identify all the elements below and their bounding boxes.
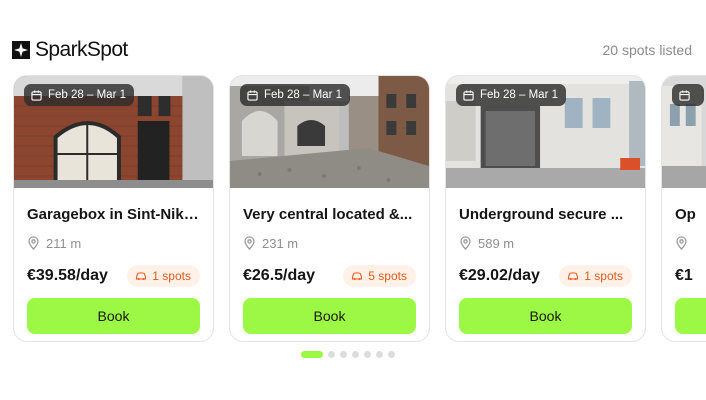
card-body: Garagebox in Sint-Nikl... 211 m €39.58/d…	[14, 206, 213, 334]
spot-title[interactable]: Underground secure ...	[459, 206, 632, 223]
card-body: Op €1	[662, 206, 706, 334]
spot-title[interactable]: Garagebox in Sint-Nikl...	[27, 206, 200, 223]
spots-count: 1 spots	[584, 269, 623, 283]
date-range-chip	[672, 84, 704, 106]
spot-card[interactable]: Op €1	[661, 75, 706, 342]
distance-row: 231 m	[243, 235, 416, 251]
spot-card[interactable]: Feb 28 – Mar 1 Underground secure ... 58…	[445, 75, 646, 342]
spot-photo: Feb 28 – Mar 1	[14, 76, 213, 188]
distance-row: 211 m	[27, 235, 200, 251]
calendar-icon	[31, 89, 42, 101]
price-per-day: €1	[675, 267, 693, 284]
book-button[interactable]	[675, 298, 706, 334]
pagination-dot-active[interactable]	[301, 351, 323, 358]
location-pin-icon	[28, 236, 39, 250]
carousel-pagination[interactable]	[301, 351, 395, 358]
calendar-icon	[247, 89, 258, 101]
header: SparkSpot 20 spots listed	[12, 36, 692, 64]
location-pin-icon	[244, 236, 255, 250]
date-range-text: Feb 28 – Mar 1	[264, 89, 342, 101]
date-range-text: Feb 28 – Mar 1	[48, 89, 126, 101]
car-icon	[136, 272, 147, 280]
price-row: €29.02/day 1 spots	[459, 264, 632, 288]
spot-photo	[662, 76, 706, 188]
book-button[interactable]: Book	[27, 298, 200, 334]
date-range-chip: Feb 28 – Mar 1	[456, 84, 566, 106]
spots-listed-count: 20 spots listed	[602, 42, 693, 58]
pagination-dot[interactable]	[388, 351, 395, 358]
price-per-day: €29.02/day	[459, 267, 540, 284]
spot-card[interactable]: Feb 28 – Mar 1 Garagebox in Sint-Nikl...…	[13, 75, 214, 342]
price-row: €26.5/day 5 spots	[243, 264, 416, 288]
pagination-dot[interactable]	[340, 351, 347, 358]
date-range-text: Feb 28 – Mar 1	[480, 89, 558, 101]
calendar-icon	[679, 89, 690, 101]
price-row: €39.58/day 1 spots	[27, 264, 200, 288]
parking-spot-carousel[interactable]: Feb 28 – Mar 1 Garagebox in Sint-Nikl...…	[0, 75, 706, 343]
spot-photo: Feb 28 – Mar 1	[230, 76, 429, 188]
pagination-dot[interactable]	[364, 351, 371, 358]
pagination-dot[interactable]	[376, 351, 383, 358]
price-per-day: €26.5/day	[243, 267, 316, 284]
carousel-track: Feb 28 – Mar 1 Garagebox in Sint-Nikl...…	[13, 75, 706, 342]
spots-count: 5 spots	[368, 269, 407, 283]
spots-available-badge: 1 spots	[559, 265, 632, 287]
car-icon	[568, 272, 579, 280]
spots-available-badge: 1 spots	[127, 265, 200, 287]
card-body: Very central located &... 231 m €26.5/da…	[230, 206, 429, 334]
distance-text: 231 m	[262, 235, 299, 251]
price-per-day: €39.58/day	[27, 267, 108, 284]
spot-photo: Feb 28 – Mar 1	[446, 76, 645, 188]
date-range-chip: Feb 28 – Mar 1	[24, 84, 134, 106]
spots-available-badge: 5 spots	[343, 265, 416, 287]
distance-text: 211 m	[46, 235, 82, 251]
distance-text: 589 m	[478, 235, 515, 251]
card-body: Underground secure ... 589 m €29.02/day …	[446, 206, 645, 334]
pagination-dot[interactable]	[328, 351, 335, 358]
book-button[interactable]: Book	[243, 298, 416, 334]
spot-title[interactable]: Op	[675, 206, 706, 223]
location-pin-icon	[676, 236, 687, 250]
spots-count: 1 spots	[152, 269, 191, 283]
location-pin-icon	[460, 236, 471, 250]
price-row: €1	[675, 264, 706, 288]
distance-row: 589 m	[459, 235, 632, 251]
pagination-dot[interactable]	[352, 351, 359, 358]
car-icon	[352, 272, 363, 280]
calendar-icon	[463, 89, 474, 101]
brand-logo[interactable]: SparkSpot	[12, 38, 128, 62]
brand-name: SparkSpot	[35, 38, 128, 61]
sparkspot-logo-icon	[12, 41, 30, 59]
book-button[interactable]: Book	[459, 298, 632, 334]
spot-card[interactable]: Feb 28 – Mar 1 Very central located &...…	[229, 75, 430, 342]
distance-row	[675, 235, 706, 251]
date-range-chip: Feb 28 – Mar 1	[240, 84, 350, 106]
spot-title[interactable]: Very central located &...	[243, 206, 416, 223]
